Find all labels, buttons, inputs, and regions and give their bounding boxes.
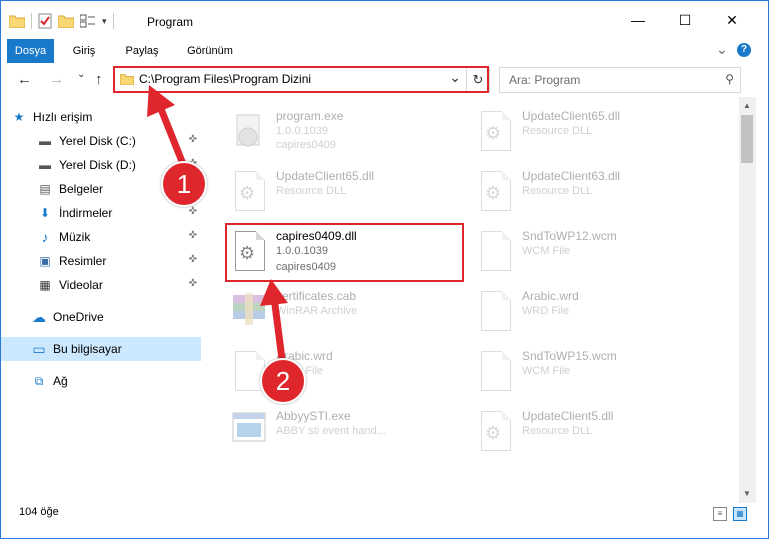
annotation-arrows	[147, 85, 288, 360]
callout-1: 1	[161, 161, 207, 207]
callout-2: 2	[260, 358, 306, 404]
explorer-window: ▾ Program — ☐ ✕ Dosya Giriş Paylaş Görün…	[0, 0, 769, 539]
